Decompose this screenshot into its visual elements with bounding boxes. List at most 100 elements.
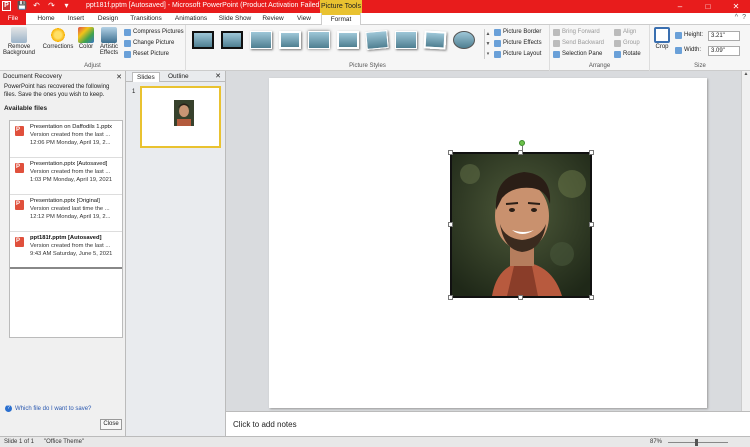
- resize-handle[interactable]: [448, 150, 453, 155]
- undo-icon[interactable]: ↶: [32, 1, 41, 11]
- picture-style-thumb[interactable]: [250, 31, 272, 49]
- reset-picture-button[interactable]: Reset Picture: [124, 50, 169, 59]
- rotate-icon: [614, 51, 621, 58]
- recovery-close-button[interactable]: Close: [100, 419, 122, 430]
- tab-slides[interactable]: Slides: [132, 72, 160, 82]
- maximize-button[interactable]: □: [694, 0, 722, 13]
- thumbnail-picture: [174, 100, 194, 126]
- color-button[interactable]: Color: [76, 27, 96, 50]
- picture-style-thumb[interactable]: [423, 30, 447, 50]
- save-icon[interactable]: 💾: [17, 1, 27, 11]
- slides-panel-close-icon[interactable]: ✕: [215, 72, 221, 80]
- close-window-button[interactable]: ✕: [722, 0, 750, 13]
- size-group-label: Size: [694, 63, 706, 69]
- recovered-file-item[interactable]: Presentation on Daffodils 1.pptx Version…: [10, 121, 122, 158]
- zoom-level[interactable]: 87%: [650, 439, 662, 445]
- which-file-help-link[interactable]: ? Which file do I want to save?: [5, 405, 91, 412]
- redo-icon[interactable]: ↷: [47, 1, 56, 11]
- size-group: Crop Height: 3.21" Width: 3.09" Size: [650, 25, 750, 71]
- corrections-button[interactable]: Corrections: [42, 27, 74, 50]
- picture-style-thumb[interactable]: [192, 31, 214, 49]
- send-backward-button[interactable]: Send Backward: [553, 39, 604, 48]
- color-icon: [78, 27, 94, 43]
- artistic-effects-icon: [101, 27, 117, 43]
- recovered-file-item[interactable]: Presentation.pptx [Autosaved] Version cr…: [10, 158, 122, 195]
- tab-outline[interactable]: Outline: [164, 72, 193, 82]
- rotation-handle[interactable]: [519, 140, 525, 146]
- height-label: Height:: [675, 31, 703, 40]
- minimize-button[interactable]: –: [666, 0, 694, 13]
- picture-style-thumb[interactable]: [308, 31, 330, 49]
- resize-handle[interactable]: [518, 150, 523, 155]
- minimize-ribbon-icon[interactable]: ^: [735, 14, 738, 21]
- tab-transitions[interactable]: Transitions: [126, 13, 166, 25]
- pptx-file-icon: [15, 200, 24, 210]
- picture-style-thumb[interactable]: [337, 31, 359, 49]
- notes-placeholder: Click to add notes: [233, 420, 297, 429]
- tab-animations[interactable]: Animations: [171, 13, 211, 25]
- status-bar: Slide 1 of 1 "Office Theme" 87%: [0, 436, 750, 447]
- resize-handle[interactable]: [589, 222, 594, 227]
- customize-qat-icon[interactable]: ▾: [62, 1, 71, 11]
- tab-file[interactable]: File: [0, 13, 26, 25]
- theme-name: "Office Theme": [44, 439, 85, 445]
- align-icon: [614, 29, 621, 36]
- tab-format[interactable]: Format: [321, 13, 361, 25]
- pptx-file-icon: [15, 163, 24, 173]
- width-label: Width:: [675, 46, 701, 55]
- resize-handle[interactable]: [518, 295, 523, 300]
- picture-layout-button[interactable]: Picture Layout: [494, 50, 541, 59]
- crop-button[interactable]: Crop: [653, 27, 671, 50]
- height-input[interactable]: 3.21": [708, 31, 740, 41]
- recovery-close-icon[interactable]: ✕: [116, 73, 122, 81]
- scroll-up-icon[interactable]: ▲: [742, 71, 750, 77]
- remove-background-button[interactable]: Remove Background: [2, 27, 36, 56]
- picture-style-thumb[interactable]: [395, 31, 417, 49]
- resize-handle[interactable]: [589, 150, 594, 155]
- remove-background-icon: [11, 27, 27, 43]
- zoom-slider[interactable]: [668, 442, 728, 443]
- width-input[interactable]: 3.09": [708, 46, 740, 56]
- bring-forward-button[interactable]: Bring Forward: [553, 28, 600, 37]
- artistic-effects-button[interactable]: Artistic Effects: [98, 27, 120, 56]
- resize-handle[interactable]: [448, 222, 453, 227]
- compress-pictures-button[interactable]: Compress Pictures: [124, 28, 184, 37]
- tab-insert[interactable]: Insert: [62, 13, 90, 25]
- slide-thumbnail[interactable]: [140, 86, 221, 148]
- send-backward-icon: [553, 40, 560, 47]
- tab-review[interactable]: Review: [259, 13, 287, 25]
- notes-pane[interactable]: Click to add notes: [226, 411, 750, 436]
- gallery-scroll[interactable]: ▲ ▼ ▾: [484, 29, 491, 59]
- resize-handle[interactable]: [448, 295, 453, 300]
- slides-panel: Slides Outline ✕ 1: [126, 71, 226, 436]
- align-button[interactable]: Align: [614, 28, 636, 37]
- help-icon[interactable]: ?: [742, 14, 746, 21]
- slide-canvas[interactable]: [269, 78, 707, 408]
- bring-forward-icon: [553, 29, 560, 36]
- picture-style-thumb[interactable]: [365, 30, 389, 50]
- selected-picture[interactable]: [450, 152, 592, 298]
- tab-home[interactable]: Home: [32, 13, 60, 25]
- recovered-file-list: Presentation on Daffodils 1.pptx Version…: [9, 120, 123, 338]
- vertical-scrollbar[interactable]: ▲: [741, 71, 750, 411]
- tab-design[interactable]: Design: [93, 13, 123, 25]
- crop-icon: [654, 27, 670, 43]
- zoom-slider-knob[interactable]: [695, 439, 698, 446]
- window-title: ppt181f.pptm [Autosaved] - Microsoft Pow…: [86, 2, 322, 9]
- picture-style-thumb[interactable]: [453, 31, 475, 49]
- recovered-file-item[interactable]: ppt181f.pptm [Autosaved] Version created…: [10, 232, 122, 269]
- rotate-button[interactable]: Rotate: [614, 50, 641, 59]
- picture-effects-button[interactable]: Picture Effects: [494, 39, 542, 48]
- recovered-file-item[interactable]: Presentation.pptx [Original] Version cre…: [10, 195, 122, 232]
- tab-slide-show[interactable]: Slide Show: [216, 13, 254, 25]
- picture-border-button[interactable]: Picture Border: [494, 28, 541, 37]
- change-picture-button[interactable]: Change Picture: [124, 39, 174, 48]
- resize-handle[interactable]: [589, 295, 594, 300]
- selection-pane-button[interactable]: Selection Pane: [553, 50, 602, 59]
- adjust-group: Remove Background Corrections Color Arti…: [0, 25, 186, 71]
- tab-view[interactable]: View: [291, 13, 317, 25]
- picture-style-thumb[interactable]: [221, 31, 243, 49]
- slide-number: 1: [132, 89, 136, 95]
- group-button[interactable]: Group: [614, 39, 640, 48]
- picture-style-thumb[interactable]: [279, 31, 301, 49]
